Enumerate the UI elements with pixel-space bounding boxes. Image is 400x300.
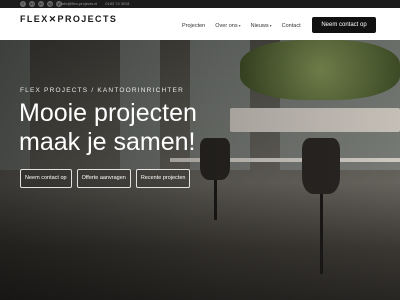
hero-headline: Mooie projecten maak je samen! xyxy=(19,99,197,157)
nav-item-label: Over ons xyxy=(215,23,238,29)
recent-projects-button[interactable]: Recente projecten xyxy=(135,169,191,188)
main-menu: Projecten Over ons▾ Nieuws▾ Contact xyxy=(182,23,301,29)
nav-item-label: Nieuws xyxy=(250,23,269,29)
facebook-icon[interactable]: f xyxy=(20,1,26,7)
hero-eyebrow: FLEX PROJECTS / KANTOORINRICHTER xyxy=(20,87,184,94)
social-links: f in in ig yt xyxy=(20,1,62,7)
linkedin-icon-2[interactable]: in xyxy=(38,1,44,7)
nav-item-contact[interactable]: Contact xyxy=(282,23,301,29)
logo[interactable]: FLEX✕PROJECTS xyxy=(20,14,117,25)
nav-item-nieuws[interactable]: Nieuws▾ xyxy=(251,23,272,29)
instagram-icon[interactable]: ig xyxy=(47,1,53,7)
headline-line: maak je samen! xyxy=(19,128,196,156)
contact-button[interactable]: Neem contact op xyxy=(20,169,72,188)
top-info-bar: f in in ig yt info@flex-projects.nl 0183… xyxy=(0,0,400,8)
quote-button[interactable]: Offerte aanvragen xyxy=(76,169,131,188)
hero-buttons: Neem contact op Offerte aanvragen Recent… xyxy=(20,169,191,188)
phone-link[interactable]: 0183 74 3031 xyxy=(105,0,129,8)
linkedin-icon[interactable]: in xyxy=(29,1,35,7)
chevron-down-icon: ▾ xyxy=(238,23,241,28)
nav-item-over-ons[interactable]: Over ons▾ xyxy=(215,23,240,29)
nav-item-projecten[interactable]: Projecten xyxy=(182,23,205,29)
contact-cta-button[interactable]: Neem contact op xyxy=(312,17,376,33)
headline-line: Mooie projecten xyxy=(19,99,197,127)
chevron-down-icon: ▾ xyxy=(269,23,272,28)
email-link[interactable]: info@flex-projects.nl xyxy=(61,0,97,8)
